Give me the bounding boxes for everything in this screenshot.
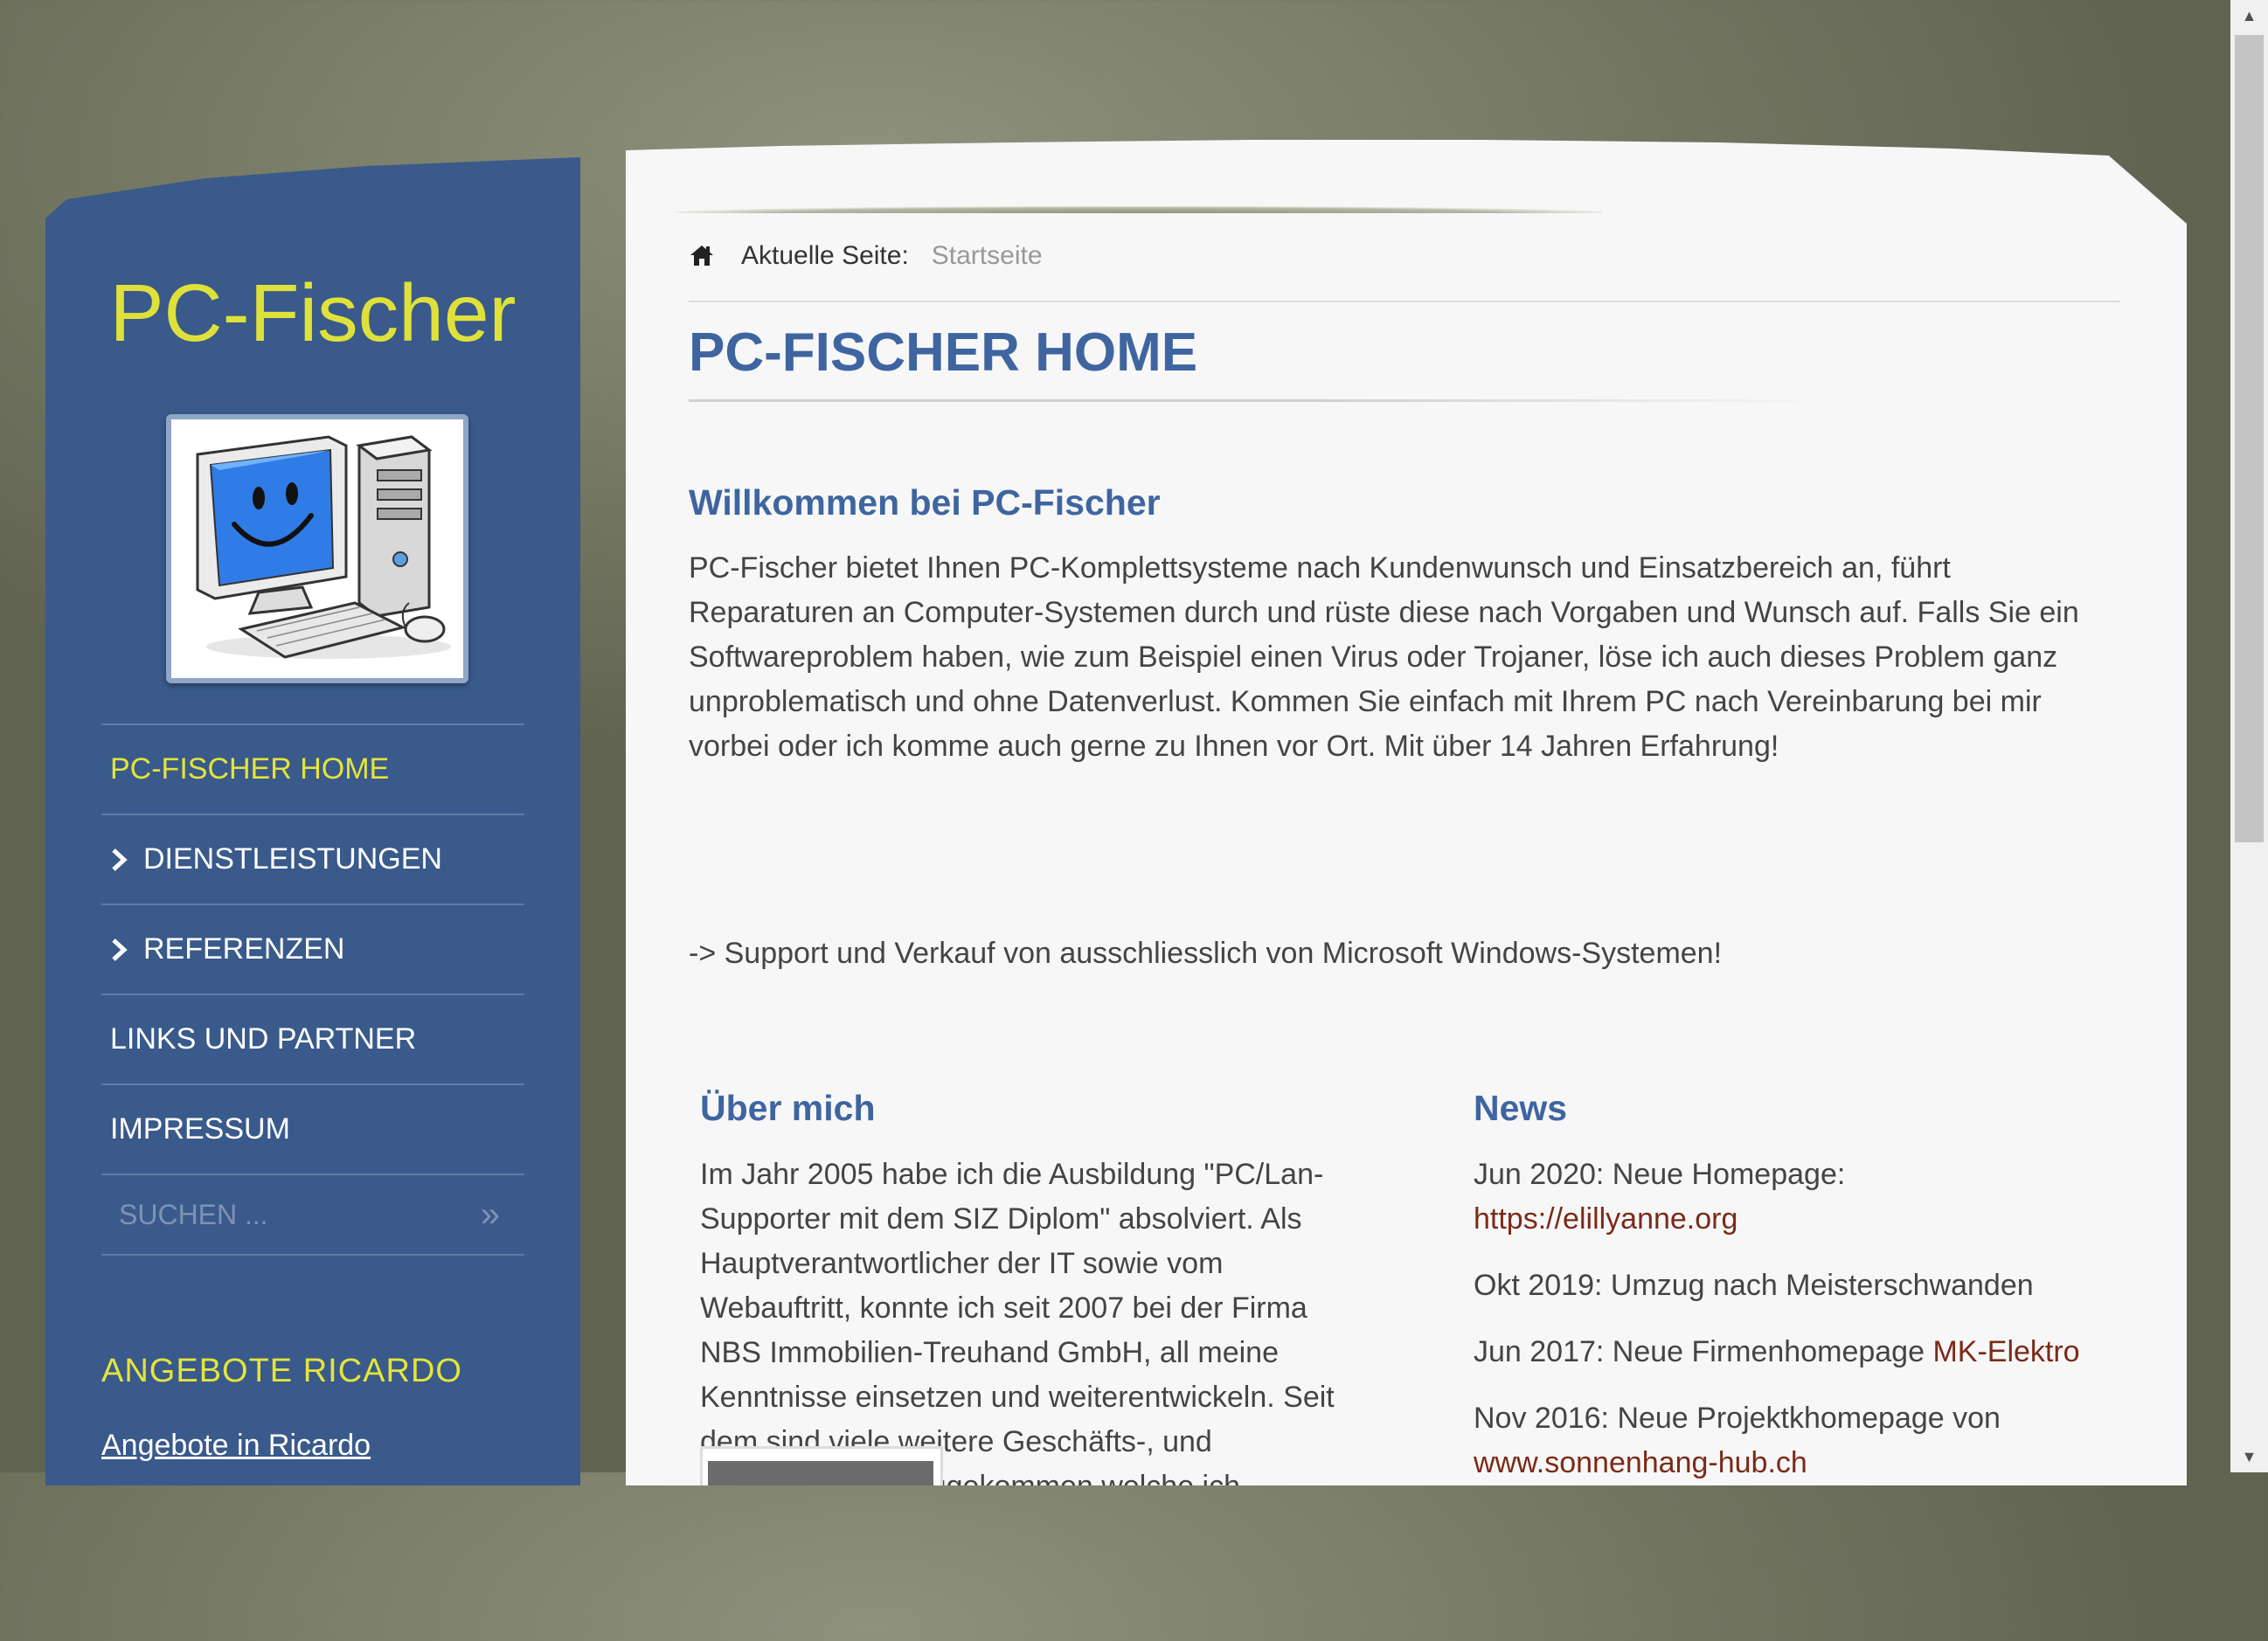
menu-item-label: LINKS UND PARTNER bbox=[110, 1022, 417, 1056]
home-icon[interactable] bbox=[689, 243, 715, 274]
scrollbar-thumb[interactable] bbox=[2235, 35, 2264, 842]
breadcrumb: Aktuelle Seite: Startseite bbox=[689, 241, 2120, 302]
sidebar: PC-Fischer PC-FISCHER HOME DIENSTLEISTUN… bbox=[45, 157, 580, 1485]
text-line: vorbei oder ich komme auch gerne zu Ihne… bbox=[689, 730, 1779, 763]
news-link[interactable]: Joomla CMS bbox=[1793, 1557, 1963, 1590]
computer-smiley-icon bbox=[196, 435, 451, 659]
text-line: Reparaturen an Computer-Systemen durch u… bbox=[689, 596, 2079, 629]
news-text-line: geht online. Erstellt mit (Joomla CMS) u… bbox=[1474, 1552, 2138, 1596]
text-line: PC-Fischer bietet Ihnen PC-Komplettsyste… bbox=[689, 551, 1951, 585]
portrait-photo bbox=[700, 1446, 943, 1485]
content-panel: Aktuelle Seite: Startseite PC-FISCHER HO… bbox=[626, 140, 2187, 1485]
menu-item-label: REFERENZEN bbox=[143, 932, 345, 966]
scroll-down-arrow-icon[interactable]: ▼ bbox=[2230, 1441, 2268, 1472]
news-text: ) und bbox=[1962, 1557, 2030, 1590]
offers-link[interactable]: Angebote in Ricardo bbox=[101, 1429, 371, 1463]
page: PC-Fischer PC-FISCHER HOME DIENSTLEISTUN… bbox=[0, 0, 2268, 1485]
news-heading: News bbox=[1474, 1088, 1568, 1128]
chevron-right-icon bbox=[110, 938, 143, 962]
news-item: Jun 2020: Neue Homepage: https://elillya… bbox=[1474, 1153, 2138, 1242]
menu-item-label: PC-FISCHER HOME bbox=[110, 752, 390, 786]
news-text: Jun 2017: Neue Firmenhomepage bbox=[1474, 1335, 1933, 1368]
text-line: regelmässig betreue. bbox=[700, 1514, 978, 1548]
menu-item-label: IMPRESSUM bbox=[110, 1112, 290, 1146]
news-item: Okt 2019: Umzug nach Meisterschwanden bbox=[1474, 1269, 2034, 1302]
about-heading: Über mich bbox=[700, 1088, 876, 1128]
welcome-text: PC-Fischer bietet Ihnen PC-Komplettsyste… bbox=[689, 546, 2157, 769]
main-menu: PC-FISCHER HOME DIENSTLEISTUNGEN REFEREN… bbox=[101, 724, 524, 1256]
support-note: -> Support und Verkauf von ausschliessli… bbox=[689, 937, 1723, 970]
text-line: Kenntnisse einsetzen und weiterentwickel… bbox=[700, 1381, 1335, 1414]
decorative-arc bbox=[676, 206, 1603, 213]
menu-item-impressum[interactable]: IMPRESSUM bbox=[101, 1084, 524, 1174]
welcome-heading: Willkommen bei PC-Fischer bbox=[689, 482, 1161, 523]
news-text: Mai 2016: Neue Homepage von PC-Fischer bbox=[1474, 1513, 2050, 1546]
scroll-up-arrow-icon[interactable]: ▲ bbox=[2230, 0, 2268, 31]
news-text: Shop-System (VirtueMart) bbox=[1474, 1602, 1817, 1635]
text-line: Supporter mit dem SIZ Diplom" absolviert… bbox=[700, 1202, 1302, 1236]
site-title[interactable]: PC-Fischer bbox=[45, 267, 580, 360]
text-line: Softwareproblem haben, wie zum Beispiel … bbox=[689, 640, 2058, 674]
breadcrumb-label: Aktuelle Seite: bbox=[741, 241, 909, 270]
menu-item-dienstleistungen[interactable]: DIENSTLEISTUNGEN bbox=[101, 814, 524, 904]
text-line: Hauptverantwortlicher der IT sowie vom bbox=[700, 1247, 1224, 1280]
menu-item-links-und-partner[interactable]: LINKS UND PARTNER bbox=[101, 994, 524, 1084]
vertical-scrollbar[interactable]: ▲ ▼ bbox=[2230, 0, 2268, 1472]
about-cut-text: Die Einzelfirma "PC- bbox=[964, 1578, 1234, 1611]
offers-heading: ANGEBOTE RICARDO bbox=[101, 1353, 462, 1389]
chevron-right-icon bbox=[110, 848, 143, 872]
search-box: » bbox=[101, 1174, 524, 1256]
news-link[interactable]: https://elillyanne.org bbox=[1474, 1197, 2138, 1242]
menu-item-referenzen[interactable]: REFERENZEN bbox=[101, 904, 524, 994]
news-link[interactable]: www.sonnenhang-hub.ch bbox=[1474, 1441, 2138, 1485]
news-item: Mai 2016: Neue Homepage von PC-Fischer g… bbox=[1474, 1507, 2138, 1641]
news-item: Jun 2017: Neue Firmenhomepage MK-Elektro bbox=[1474, 1330, 2138, 1374]
page-title: PC-FISCHER HOME bbox=[689, 322, 1198, 383]
logo-image[interactable] bbox=[166, 414, 468, 683]
news-text: geht online. Erstellt mit ( bbox=[1474, 1557, 1793, 1590]
text-line: Im Jahr 2005 habe ich die Ausbildung "PC… bbox=[700, 1158, 1324, 1191]
news-text: Jun 2020: Neue Homepage: bbox=[1474, 1158, 1846, 1191]
news-list: Jun 2020: Neue Homepage: https://elillya… bbox=[1474, 1153, 2138, 1641]
menu-item-home[interactable]: PC-FISCHER HOME bbox=[101, 724, 524, 814]
about-text: Im Jahr 2005 habe ich die Ausbildung "PC… bbox=[700, 1153, 1382, 1548]
search-input[interactable] bbox=[117, 1197, 453, 1232]
text-line: Webauftritt, konnte ich seit 2007 bei de… bbox=[700, 1291, 1307, 1325]
news-text: Nov 2016: Neue Projektkhomepage von bbox=[1474, 1402, 2001, 1435]
news-link[interactable]: MK-Elektro bbox=[1932, 1335, 2079, 1368]
menu-item-label: DIENSTLEISTUNGEN bbox=[143, 842, 442, 876]
text-line: NBS Immobilien-Treuhand GmbH, all meine bbox=[700, 1336, 1279, 1369]
text-line: unproblematisch und ohne Datenverlust. K… bbox=[689, 685, 2042, 718]
breadcrumb-current: Startseite bbox=[931, 241, 1043, 270]
title-divider bbox=[689, 399, 1825, 402]
search-submit-button[interactable]: » bbox=[481, 1195, 500, 1235]
